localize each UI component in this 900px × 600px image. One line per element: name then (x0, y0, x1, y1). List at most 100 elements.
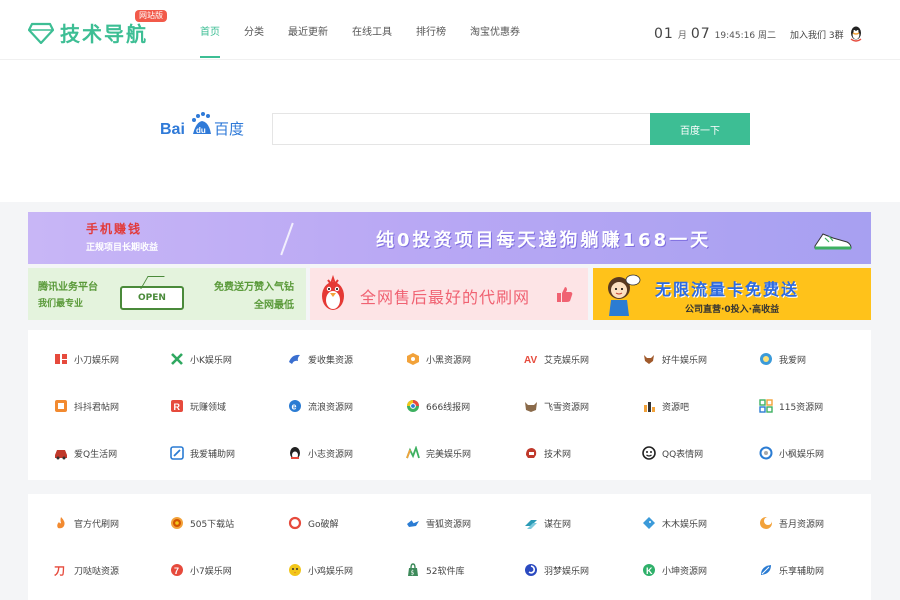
site-link-label: 我爱辅助网 (190, 449, 236, 460)
site-link-label: 玩赚领域 (190, 402, 227, 413)
site-link[interactable]: 木木娱乐网 (642, 516, 707, 530)
thumbs-up-icon (557, 287, 573, 302)
site-link-label: 资源吧 (662, 402, 690, 413)
site-link[interactable]: 我爱网 (759, 352, 806, 366)
site-link[interactable]: 小刀娱乐网 (54, 352, 119, 366)
top-header: 技术导航 网站版 首页 分类 最近更新 在线工具 排行榜 淘宝优惠券 01 月 … (0, 0, 900, 60)
site-link[interactable]: 爱收集资源 (288, 352, 353, 366)
site-link-label: 好牛娱乐网 (662, 355, 708, 366)
zh-icon: 刀 (54, 563, 68, 578)
site-link[interactable]: 雪狐资源网 (406, 516, 471, 530)
ad-daishua[interactable]: 全网售后最好的代刷网 (310, 268, 588, 320)
site-link-label: 木木娱乐网 (662, 519, 708, 530)
site-link[interactable]: AV 艾克娱乐网 (524, 352, 589, 366)
site-link-label: 官方代刷网 (74, 519, 120, 530)
diamond-logo-icon (28, 22, 54, 44)
svg-text:$: $ (411, 570, 415, 577)
site-link-label: 吾月资源网 (779, 519, 825, 530)
search-input[interactable] (272, 113, 650, 145)
site-link[interactable]: 小鸡娱乐网 (288, 563, 353, 577)
site-link[interactable]: 飞雪资源网 (524, 399, 589, 413)
fox-icon (406, 516, 420, 530)
bull-icon (642, 352, 656, 366)
globe-icon (759, 352, 773, 366)
site-link[interactable]: 技术网 (524, 446, 571, 460)
site-link[interactable]: 小志资源网 (288, 446, 353, 460)
site-link[interactable]: e 流浪资源网 (288, 399, 353, 413)
site-link[interactable]: 谋在网 (524, 516, 571, 530)
site-link[interactable]: 好牛娱乐网 (642, 352, 707, 366)
site-link[interactable]: 抖抖君帖网 (54, 399, 119, 413)
site-link[interactable]: R 玩赚领域 (170, 399, 226, 413)
slash-icon (170, 446, 184, 460)
site-link-label: 小鸡娱乐网 (308, 566, 354, 577)
site-link[interactable]: $52软件库 (406, 563, 464, 577)
svg-text:百度: 百度 (214, 120, 244, 138)
site-link[interactable]: 我爱辅助网 (170, 446, 235, 460)
nav-recent-updates[interactable]: 最近更新 (288, 0, 328, 60)
nav-category[interactable]: 分类 (244, 0, 264, 60)
ad-data-card[interactable]: 无限流量卡免费送 公司直营·0投入·高收益 (593, 268, 871, 320)
nav-online-tools[interactable]: 在线工具 (352, 0, 392, 60)
site-link-label: 小坤资源网 (662, 566, 708, 577)
join-group-link[interactable]: 加入我们 3群 (790, 26, 863, 42)
svg-text:du: du (196, 126, 206, 135)
ad1-left-bottom: 我们最专业 (38, 299, 84, 309)
moon-icon (759, 516, 773, 530)
site-link-label: 小刀娱乐网 (74, 355, 120, 366)
nav-taobao-coupons[interactable]: 淘宝优惠券 (470, 0, 520, 60)
site-link-label: 小K娱乐网 (190, 355, 232, 366)
open-sign: OPEN (120, 286, 184, 310)
site-link-label: 艾克娱乐网 (544, 355, 590, 366)
logo-badge: 网站版 (135, 10, 167, 22)
car-icon (54, 446, 68, 460)
site-link-label: 抖抖君帖网 (74, 402, 120, 413)
site-link[interactable]: K 小坤资源网 (642, 563, 707, 577)
baidu-logo: Bai du 百度 (160, 112, 244, 138)
site-links-panel-1: 小刀娱乐网 小K娱乐网 爱收集资源 小黑资源网 AV 艾克娱乐网 好牛娱乐网 我爱网抖抖君帖网… (28, 330, 871, 480)
site-link[interactable]: 115资源网 (759, 399, 823, 413)
grid-icon (759, 399, 773, 413)
site-link[interactable]: Go破解 (288, 516, 338, 530)
leaf-icon (759, 563, 773, 577)
k2-icon: K (642, 563, 656, 577)
ad-tencent-business[interactable]: 腾讯业务平台 我们最专业 OPEN 免费送万赞入气钻 全网最低 (28, 268, 306, 320)
chick-icon (288, 563, 302, 577)
site-link[interactable]: 资源吧 (642, 399, 689, 413)
nav-home[interactable]: 首页 (200, 0, 220, 60)
swirl-icon (524, 563, 538, 577)
clock-month: 01 (654, 26, 674, 42)
site-link-label: 505下载站 (190, 519, 235, 530)
site-link[interactable]: QQ表情网 (642, 446, 703, 460)
site-link[interactable]: 吾月资源网 (759, 516, 824, 530)
ad1-right-bottom: 全网最低 (254, 300, 294, 311)
banner-left-subtitle: 正规项目长期收益 (86, 243, 159, 253)
clock-time: 19:45:16 周二 (714, 31, 776, 41)
bird-icon (642, 516, 656, 530)
site-link[interactable]: 乐享辅助网 (759, 563, 824, 577)
site-link[interactable]: 爱Q生活网 (54, 446, 117, 460)
site-link[interactable]: 刀刀哒哒资源 (54, 563, 119, 578)
site-link[interactable]: 7 小7娱乐网 (170, 563, 232, 577)
site-link[interactable]: 小K娱乐网 (170, 352, 232, 366)
smile-icon (642, 446, 656, 460)
site-link[interactable]: 505下载站 (170, 516, 234, 530)
site-logo[interactable]: 技术导航 网站版 (28, 10, 167, 47)
clock-month-unit: 月 (677, 31, 687, 41)
site-link-label: 小7娱乐网 (190, 566, 232, 577)
site-link[interactable]: 666线报网 (406, 399, 470, 413)
site-link[interactable]: 小枫娱乐网 (759, 446, 824, 460)
top-banner-ad[interactable]: 手机赚钱 正规项目长期收益 纯0投资项目每天递狗躺赚168一天 (28, 212, 871, 264)
site-link-label: 飞雪资源网 (544, 402, 590, 413)
search-button[interactable]: 百度一下 (650, 113, 750, 145)
seven-icon: 7 (170, 563, 184, 577)
site-link[interactable]: 小黑资源网 (406, 352, 471, 366)
site-link[interactable]: 羽梦娱乐网 (524, 563, 589, 577)
site-link[interactable]: 完美娱乐网 (406, 446, 471, 460)
site-link[interactable]: 官方代刷网 (54, 516, 119, 530)
ad1-left-top: 腾讯业务平台 (38, 282, 98, 293)
coin-icon (170, 516, 184, 530)
ad2-text: 全网售后最好的代刷网 (360, 288, 531, 307)
nav-ranking[interactable]: 排行榜 (416, 0, 446, 60)
date-time-display: 01 月 07 19:45:16 周二 (654, 26, 776, 42)
